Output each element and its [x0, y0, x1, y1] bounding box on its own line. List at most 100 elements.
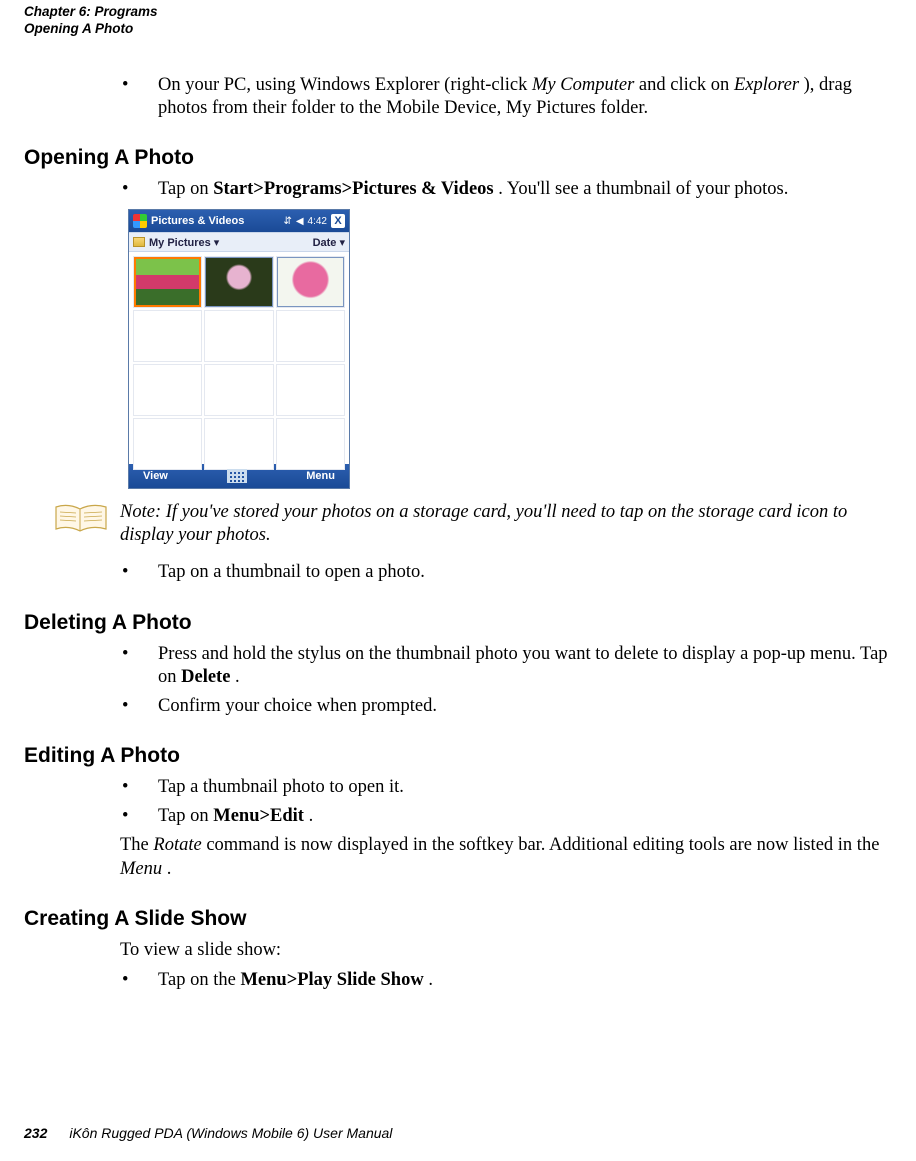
- bullet-list: • Tap on the Menu>Play Slide Show .: [120, 969, 892, 992]
- keyboard-icon: [227, 469, 247, 483]
- text: command is now displayed in the softkey …: [206, 835, 879, 855]
- page-number: 232: [24, 1125, 47, 1141]
- section-number: 6.10.2: [0, 146, 24, 170]
- section-6-10-5-body: To view a slide show: • Tap on the Menu>…: [120, 939, 892, 992]
- note-block: Note: If you've stored your photos on a …: [52, 501, 892, 547]
- softkey-view: View: [143, 470, 168, 482]
- bullet-list: • Tap a thumbnail photo to open it. • Ta…: [120, 776, 892, 828]
- section-title: Creating A Slide Show: [24, 907, 246, 931]
- list-item: • Press and hold the stylus on the thumb…: [120, 643, 892, 689]
- emphasis: Explorer: [734, 75, 799, 95]
- note-text: Note: If you've stored your photos on a …: [120, 501, 892, 547]
- photo-thumbnail: [205, 257, 272, 307]
- text: and click on: [639, 75, 734, 95]
- connectivity-icon: ⇵: [283, 216, 291, 227]
- page-footer: 232 iKôn Rugged PDA (Windows Mobile 6) U…: [24, 1125, 392, 1141]
- list-item: • Confirm your choice when prompted.: [120, 695, 892, 718]
- text: The: [120, 835, 153, 855]
- pda-toolbar: My Pictures Date: [129, 232, 349, 252]
- note-label: Note:: [120, 502, 161, 522]
- pda-titlebar: Pictures & Videos ⇵ ◀ 4:42 X: [129, 210, 349, 232]
- bullet-text: Press and hold the stylus on the thumbna…: [158, 643, 892, 689]
- text: Press and hold the stylus on the thumbna…: [158, 644, 888, 687]
- photo-thumbnail: [277, 257, 344, 307]
- thumbnail-cell: [276, 256, 345, 308]
- text: .: [428, 970, 433, 990]
- thumbnail-cell: [204, 256, 273, 308]
- bullet-text: Tap on a thumbnail to open a photo.: [158, 561, 892, 584]
- list-item: • Tap a thumbnail photo to open it.: [120, 776, 892, 799]
- bold-text: Delete: [181, 667, 230, 687]
- bullet-dot: •: [120, 695, 158, 718]
- section-heading-6-10-5: 6.10.5 Creating A Slide Show: [24, 907, 892, 931]
- pda-title-text: Pictures & Videos: [151, 215, 279, 227]
- section-heading-6-10-2: 6.10.2 Opening A Photo: [24, 146, 892, 170]
- sort-dropdown: Date: [313, 236, 345, 249]
- thumbnail-cell: [276, 364, 345, 416]
- section-6-10-3-body: • Press and hold the stylus on the thumb…: [120, 643, 892, 718]
- thumbnail-cell: [276, 310, 345, 362]
- emphasis: Rotate: [153, 835, 201, 855]
- bold-text: Menu>Play Slide Show: [240, 970, 423, 990]
- section-number: 6.10.5: [0, 907, 24, 931]
- list-item: • Tap on Menu>Edit .: [120, 805, 892, 828]
- text: . You'll see a thumbnail of your photos.: [498, 179, 788, 199]
- book-title: iKôn Rugged PDA (Windows Mobile 6) User …: [69, 1125, 392, 1141]
- text: On your PC, using Windows Explorer (righ…: [158, 75, 532, 95]
- intro-bullets: • On your PC, using Windows Explorer (ri…: [120, 74, 892, 120]
- thumbnail-grid: [129, 252, 349, 464]
- pda-window: Pictures & Videos ⇵ ◀ 4:42 X My Pictures…: [128, 209, 350, 489]
- thumbnail-cell: [276, 418, 345, 470]
- bullet-list: • Tap on a thumbnail to open a photo.: [120, 561, 892, 584]
- list-item: • Tap on Start>Programs>Pictures & Video…: [120, 178, 892, 201]
- clock-text: 4:42: [308, 216, 327, 227]
- bullet-text: On your PC, using Windows Explorer (righ…: [158, 74, 892, 120]
- section-number: 6.10.3: [0, 611, 24, 635]
- paragraph: To view a slide show:: [120, 939, 892, 963]
- thumbnail-cell: [133, 418, 202, 470]
- section-heading-6-10-4: 6.10.4 Editing A Photo: [24, 744, 892, 768]
- text: .: [167, 859, 172, 879]
- bullet-dot: •: [120, 643, 158, 689]
- thumbnail-cell: [204, 310, 273, 362]
- section-6-10-4-body: • Tap a thumbnail photo to open it. • Ta…: [120, 776, 892, 882]
- bullet-dot: •: [120, 74, 158, 120]
- softkey-menu: Menu: [306, 470, 335, 482]
- emphasis: Menu: [120, 859, 162, 879]
- bullet-dot: •: [120, 178, 158, 201]
- bullet-dot: •: [120, 969, 158, 992]
- thumbnail-cell: [133, 256, 202, 308]
- section-heading-6-10-3: 6.10.3 Deleting A Photo: [24, 611, 892, 635]
- section-title: Editing A Photo: [24, 744, 180, 768]
- text: Tap on: [158, 806, 213, 826]
- list-item: • On your PC, using Windows Explorer (ri…: [120, 74, 892, 120]
- text: .: [309, 806, 314, 826]
- bullet-text: Tap on Start>Programs>Pictures & Videos …: [158, 178, 892, 201]
- text: Tap on the: [158, 970, 240, 990]
- bold-text: Menu>Edit: [213, 806, 304, 826]
- bullet-list: • Tap on Start>Programs>Pictures & Video…: [120, 178, 892, 201]
- bullet-dot: •: [120, 805, 158, 828]
- folder-icon: [133, 237, 145, 247]
- bullet-text: Tap a thumbnail photo to open it.: [158, 776, 892, 799]
- section-6-10-2-body: • Tap on Start>Programs>Pictures & Video…: [120, 178, 892, 585]
- section-number: 6.10.4: [0, 744, 24, 768]
- text: Tap on: [158, 179, 213, 199]
- photo-thumbnail-selected: [134, 257, 201, 307]
- bullet-text: Confirm your choice when prompted.: [158, 695, 892, 718]
- volume-icon: ◀: [296, 216, 304, 227]
- list-item: • Tap on the Menu>Play Slide Show .: [120, 969, 892, 992]
- text: .: [235, 667, 240, 687]
- windows-flag-icon: [133, 214, 147, 228]
- thumbnail-cell: [133, 310, 202, 362]
- thumbnail-cell: [204, 418, 273, 470]
- pda-screenshot: Pictures & Videos ⇵ ◀ 4:42 X My Pictures…: [128, 209, 892, 489]
- running-header-line2: Opening A Photo: [24, 21, 892, 38]
- thumbnail-cell: [204, 364, 273, 416]
- folder-dropdown: My Pictures: [149, 236, 219, 249]
- intro-block: • On your PC, using Windows Explorer (ri…: [120, 74, 892, 120]
- bullet-text: Tap on Menu>Edit .: [158, 805, 892, 828]
- bullet-text: Tap on the Menu>Play Slide Show .: [158, 969, 892, 992]
- emphasis: My Computer: [532, 75, 634, 95]
- bullet-list: • Press and hold the stylus on the thumb…: [120, 643, 892, 718]
